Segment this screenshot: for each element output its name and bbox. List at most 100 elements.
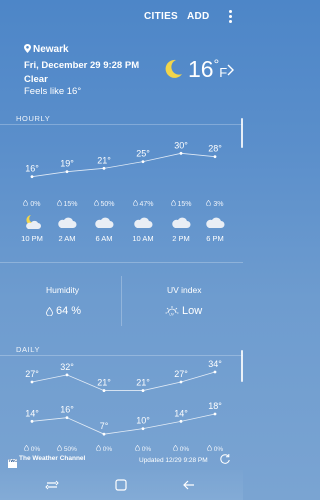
- daily-divider: [0, 355, 243, 356]
- location-name: Newark: [24, 44, 69, 55]
- hourly-temp-point: [30, 175, 34, 179]
- daily-high-point: [30, 380, 34, 384]
- temperature-value: 16: [188, 56, 214, 82]
- droplet-icon: [206, 444, 212, 452]
- hourly-temp-label: 19°: [60, 159, 74, 169]
- toolbar: CITIES ADD: [0, 0, 243, 34]
- cloud-icon: [134, 217, 153, 228]
- daily-high-label: 27°: [25, 369, 39, 379]
- droplet-icon: [57, 444, 62, 452]
- hourly-time: 10 AM: [132, 234, 154, 243]
- droplet-icon: [93, 199, 99, 207]
- uv-value: UV Low: [165, 305, 202, 317]
- humidity-label: Humidity: [46, 285, 80, 295]
- back-icon[interactable]: [182, 478, 196, 492]
- droplet-icon: [23, 444, 29, 452]
- chevron-right-icon[interactable]: [226, 64, 235, 76]
- droplet-icon: [23, 199, 29, 207]
- current-datetime: Fri, December 29 9:28 PM: [24, 60, 140, 71]
- daily-precip: 50%: [52, 444, 82, 453]
- more-vert-icon[interactable]: [224, 9, 236, 25]
- daily-precip-value: 0%: [213, 446, 224, 453]
- daily-precip: 0%: [200, 444, 230, 453]
- feels-like: Feels like 16°: [24, 86, 82, 97]
- daily-high-point: [213, 370, 217, 374]
- daily-low-label: 18°: [208, 401, 222, 411]
- cities-button[interactable]: CITIES: [144, 11, 178, 22]
- droplet-icon: [172, 444, 178, 452]
- hourly-item: 47% 10 AM: [123, 199, 163, 243]
- hourly-precip: 50%: [84, 199, 124, 208]
- hourly-precip-value: 47%: [139, 201, 154, 208]
- hourly-item: 50% 6 AM: [84, 199, 124, 243]
- daily-high-point: [141, 389, 145, 392]
- hourly-item: 0% 10 PM: [12, 199, 52, 243]
- weather-channel-logo: TWC: [8, 458, 17, 468]
- navigation-bar: [0, 470, 243, 500]
- droplet-icon: [132, 199, 138, 207]
- recent-apps-icon[interactable]: [45, 478, 59, 492]
- daily-precip: 0%: [17, 444, 47, 453]
- hourly-precip: 3%: [195, 199, 235, 208]
- hourly-temp-point: [141, 160, 145, 164]
- daily-high-label: 21°: [97, 378, 111, 388]
- daily-low-point: [102, 432, 106, 436]
- daily-high-point: [179, 380, 183, 384]
- hourly-precip-value: 15%: [63, 201, 78, 208]
- daily-low-point: [65, 416, 69, 420]
- hourly-precip-value: 3%: [213, 201, 224, 208]
- hourly-temp-label: 28°: [208, 144, 222, 154]
- details-divider: [121, 276, 122, 326]
- humidity-text: 64 %: [56, 305, 82, 317]
- hourly-temp-point: [179, 151, 183, 155]
- hourly-item: 3% 6 PM: [195, 199, 235, 243]
- daily-low-point: [141, 427, 145, 431]
- hourly-temp-label: 21°: [97, 155, 111, 165]
- humidity-value: 64 %: [46, 305, 81, 317]
- hourly-temp-label: 16°: [25, 164, 39, 174]
- daily-precip: 0%: [128, 444, 158, 453]
- droplet-icon: [170, 199, 176, 207]
- daily-high-point: [102, 389, 106, 392]
- home-icon[interactable]: [114, 478, 128, 492]
- uv-label: UV index: [167, 285, 202, 295]
- add-button[interactable]: ADD: [187, 11, 210, 22]
- daily-precip-value: 0%: [179, 446, 190, 453]
- hourly-precip: 15%: [47, 199, 87, 208]
- daily-precip: 0%: [166, 444, 196, 453]
- daily-low-label: 10°: [136, 416, 150, 426]
- daily-high-point: [65, 373, 69, 377]
- location-pin-icon: [24, 44, 31, 53]
- daily-precip-value: 0%: [30, 446, 41, 453]
- droplet-icon: [46, 306, 53, 317]
- hourly-item: 15% 2 AM: [47, 199, 87, 243]
- daily-high-label: 21°: [136, 378, 150, 388]
- current-condition: Clear: [24, 74, 48, 85]
- hourly-precip-value: 0%: [30, 201, 41, 208]
- hourly-time: 10 PM: [21, 234, 43, 243]
- hourly-temp-chart: 16° 19° 21° 25° 30° 28°: [25, 140, 222, 179]
- updated-time: Updated 12/29 9:28 PM: [139, 457, 208, 464]
- uv-text: Low: [182, 305, 203, 317]
- refresh-icon[interactable]: [219, 453, 231, 465]
- weather-channel-brand[interactable]: TWC The Weather Channel: [8, 455, 85, 468]
- droplet-icon: [206, 199, 212, 207]
- hourly-precip: 0%: [12, 199, 52, 208]
- svg-text:UV: UV: [169, 313, 174, 316]
- hourly-temp-label: 25°: [136, 149, 150, 159]
- daily-precip-value: 0%: [102, 446, 113, 453]
- cloud-icon: [58, 217, 77, 228]
- daily-low-label: 16°: [60, 405, 74, 415]
- cloud-icon: [172, 217, 191, 228]
- crescent-moon-icon: [165, 59, 182, 78]
- daily-precip: 0%: [89, 444, 119, 453]
- brand-label: The Weather Channel: [19, 455, 86, 462]
- hourly-precip-value: 15%: [177, 201, 192, 208]
- hourly-temp-label: 30°: [174, 140, 188, 150]
- cloud-icon: [206, 217, 225, 228]
- current-temperature: 16°F: [188, 56, 227, 83]
- hourly-divider: [0, 124, 243, 125]
- daily-high-label: 34°: [208, 359, 222, 369]
- daily-high-label: 27°: [174, 369, 188, 379]
- hourly-time: 2 AM: [58, 234, 76, 243]
